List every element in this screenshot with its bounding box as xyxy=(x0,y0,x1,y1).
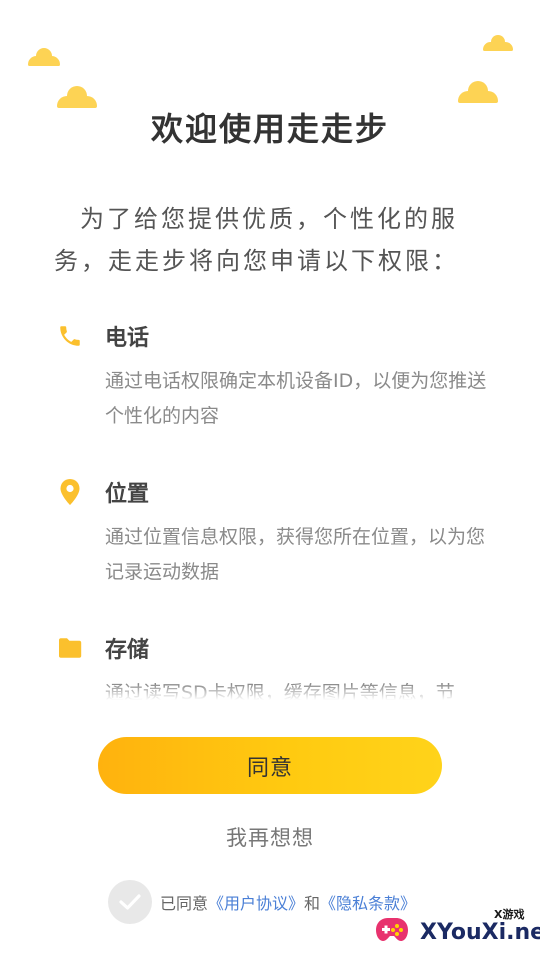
intro-text: 为了给您提供优质，个性化的服务，走走步将向您申请以下权限： xyxy=(54,205,459,275)
agree-button[interactable]: 同意 xyxy=(98,737,442,794)
consent-and: 和 xyxy=(304,894,321,913)
phone-icon xyxy=(55,321,85,351)
permission-item-phone: 电话 通过电话权限确定本机设备ID，以便为您推送个性化的内容 xyxy=(55,318,495,434)
permission-description: 通过电话权限确定本机设备ID，以便为您推送个性化的内容 xyxy=(105,370,487,427)
watermark-big-text: XYouXi.net xyxy=(420,920,540,945)
watermark: X游戏 XYouXi.net xyxy=(370,900,540,958)
gamepad-logo-icon xyxy=(376,918,408,941)
consent-prefix: 已同意 xyxy=(160,894,209,913)
permission-title: 电话 xyxy=(105,326,150,351)
permission-scroll-area[interactable]: 欢迎使用走走步 为了给您提供优质，个性化的服务，走走步将向您申请以下权限： 电话… xyxy=(0,0,540,700)
permission-description: 通过位置信息权限，获得您所在位置，以为您记录运动数据 xyxy=(105,526,486,583)
permission-item-location: 位置 通过位置信息权限，获得您所在位置，以为您记录运动数据 xyxy=(55,474,495,590)
page-title: 欢迎使用走走步 xyxy=(150,110,389,148)
consent-checkbox[interactable] xyxy=(108,880,152,924)
permission-title: 位置 xyxy=(105,482,150,507)
decline-button[interactable]: 我再想想 xyxy=(0,822,540,852)
scroll-fade xyxy=(0,684,540,700)
permission-title: 存储 xyxy=(105,638,150,663)
user-agreement-link[interactable]: 《用户协议》 xyxy=(208,894,304,913)
folder-icon xyxy=(55,633,85,663)
location-icon xyxy=(55,477,85,507)
check-icon xyxy=(119,894,141,910)
